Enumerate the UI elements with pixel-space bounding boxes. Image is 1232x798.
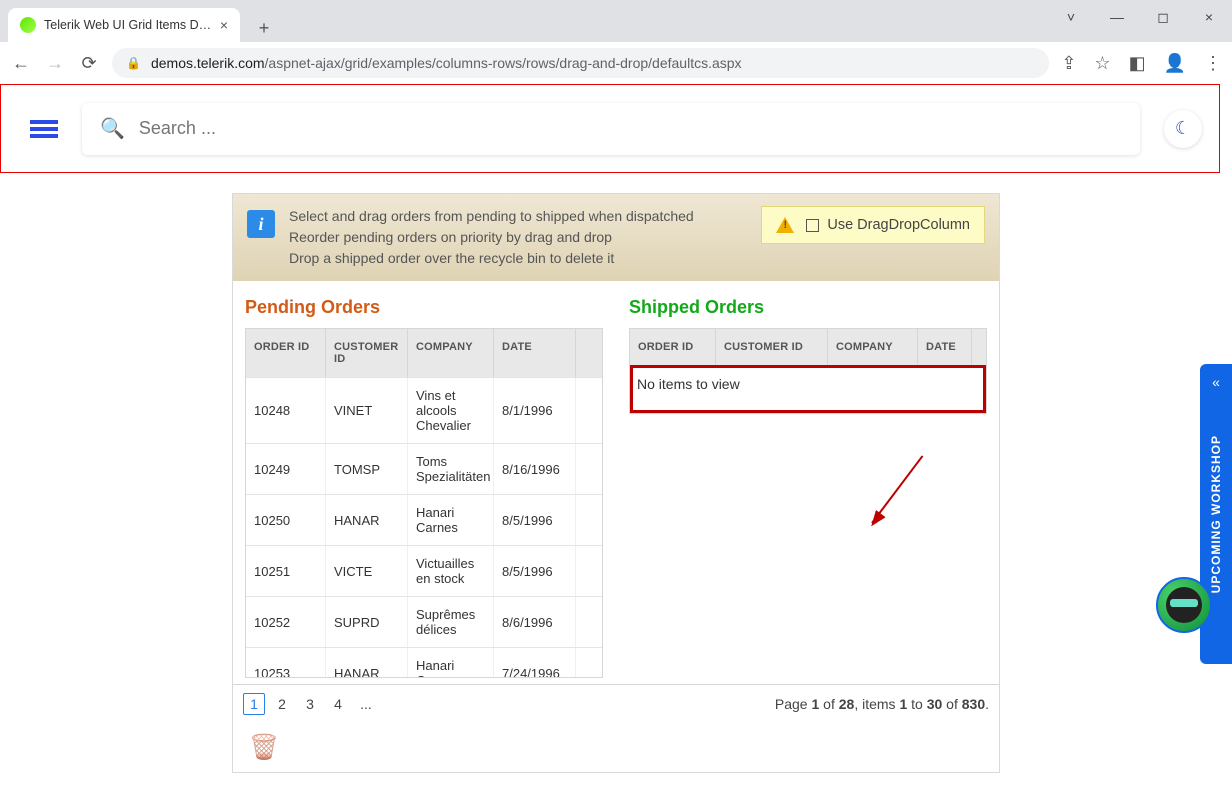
cell-comp: Hanari Carnes [408,495,494,545]
checkbox-icon[interactable] [806,219,819,232]
col-customer-id[interactable]: CUSTOMER ID [326,329,408,377]
cell-date: 8/1/1996 [494,378,576,443]
shipped-orders-section: Shipped Orders ORDER ID CUSTOMER ID COMP… [629,297,987,678]
window-maximize-icon[interactable]: ◻ [1140,0,1186,34]
pager-page-3[interactable]: 3 [299,693,321,715]
pending-grid: ORDER ID CUSTOMER ID COMPANY DATE 10248V… [245,328,603,678]
lock-icon: 🔒 [126,56,141,70]
instruction-banner: i Select and drag orders from pending to… [233,194,999,281]
cell-comp: Victuailles en stock [408,546,494,596]
cell-date: 8/16/1996 [494,444,576,494]
cell-cust: SUPRD [326,597,408,647]
shipped-grid: ORDER ID CUSTOMER ID COMPANY DATE No ite… [629,328,987,414]
share-icon[interactable]: ⇪ [1061,53,1076,74]
col-company[interactable]: COMPANY [828,329,918,365]
cell-comp: Suprêmes délices [408,597,494,647]
window-minimize-icon[interactable]: — [1094,0,1140,34]
cell-order: 10252 [246,597,326,647]
page: 🔍 ☾ i Select and drag orders from pendin… [0,84,1232,773]
pager: 1234... Page 1 of 28, items 1 to 30 of 83… [233,684,999,723]
table-row[interactable]: 10248VINETVins et alcools Chevalier8/1/1… [246,377,602,443]
table-row[interactable]: 10250HANARHanari Carnes8/5/1996 [246,494,602,545]
info-icon: i [247,210,275,238]
shipped-header-row: ORDER ID CUSTOMER ID COMPANY DATE [630,329,986,365]
banner-text: Select and drag orders from pending to s… [289,206,747,269]
profile-icon[interactable]: 👤 [1164,53,1186,74]
table-row[interactable]: 10249TOMSPToms Spezialitäten8/16/1996 [246,443,602,494]
favicon-icon [20,17,36,33]
pager-ellipsis[interactable]: ... [355,693,377,715]
table-row[interactable]: 10253HANARHanari Carnes7/24/1996 [246,647,602,677]
cell-order: 10253 [246,648,326,677]
col-order-id[interactable]: ORDER ID [630,329,716,365]
shipped-title: Shipped Orders [629,297,987,318]
cell-comp: Hanari Carnes [408,648,494,677]
drag-option-box: Use DragDropColumn [761,206,985,244]
browser-tab[interactable]: Telerik Web UI Grid Items Drag-a × [8,8,240,42]
shipped-empty-message: No items to view [630,365,986,413]
search-icon: 🔍 [100,116,125,141]
trash-row: 🗑️ [233,723,999,772]
search-box[interactable]: 🔍 [82,103,1140,155]
cell-comp: Toms Spezialitäten [408,444,494,494]
cell-order: 10249 [246,444,326,494]
cell-cust: VICTE [326,546,408,596]
cell-order: 10250 [246,495,326,545]
col-order-id[interactable]: ORDER ID [246,329,326,377]
table-row[interactable]: 10252SUPRDSuprêmes délices8/6/1996 [246,596,602,647]
browser-chrome: Telerik Web UI Grid Items Drag-a × + ˅ —… [0,0,1232,84]
kebab-menu-icon[interactable]: ⋮ [1204,53,1222,74]
cell-cust: VINET [326,378,408,443]
moon-icon: ☾ [1175,118,1191,139]
pending-grid-body[interactable]: 10248VINETVins et alcools Chevalier8/1/1… [246,377,602,677]
window-close-icon[interactable]: × [1186,0,1232,34]
ninja-icon [1166,587,1202,623]
cell-cust: HANAR [326,648,408,677]
cell-date: 8/5/1996 [494,495,576,545]
bookmark-icon[interactable]: ☆ [1094,53,1110,74]
cell-cust: HANAR [326,495,408,545]
close-tab-icon[interactable]: × [220,17,228,33]
new-tab-button[interactable]: + [250,14,278,42]
cell-order: 10251 [246,546,326,596]
chat-avatar-button[interactable] [1156,577,1212,633]
cell-cust: TOMSP [326,444,408,494]
pager-page-2[interactable]: 2 [271,693,293,715]
pending-header-row: ORDER ID CUSTOMER ID COMPANY DATE [246,329,602,377]
chevron-left-icon: « [1212,374,1220,390]
search-input[interactable] [139,118,1122,139]
url-text: demos.telerik.com/aspnet-ajax/grid/examp… [151,55,742,71]
tab-title: Telerik Web UI Grid Items Drag-a [44,18,212,32]
cell-comp: Vins et alcools Chevalier [408,378,494,443]
pager-summary: Page 1 of 28, items 1 to 30 of 830. [775,696,989,712]
warning-icon [776,217,794,233]
forward-button: → [44,52,66,74]
cell-order: 10248 [246,378,326,443]
table-row[interactable]: 10251VICTEVictuailles en stock8/5/1996 [246,545,602,596]
extensions-icon[interactable]: ◧ [1129,53,1146,74]
dragdrop-checkbox-label[interactable]: Use DragDropColumn [806,217,970,233]
window-dropdown-icon[interactable]: ˅ [1048,0,1094,34]
cell-date: 7/24/1996 [494,648,576,677]
pager-page-4[interactable]: 4 [327,693,349,715]
cell-date: 8/6/1996 [494,597,576,647]
pager-page-1[interactable]: 1 [243,693,265,715]
back-button[interactable]: ← [10,52,32,74]
side-panel-label: UPCOMING WORKSHOP [1209,435,1223,593]
address-bar[interactable]: 🔒 demos.telerik.com/aspnet-ajax/grid/exa… [112,48,1049,78]
col-date[interactable]: DATE [918,329,972,365]
col-date[interactable]: DATE [494,329,576,377]
pending-orders-section: Pending Orders ORDER ID CUSTOMER ID COMP… [245,297,603,678]
cell-date: 8/5/1996 [494,546,576,596]
reload-button[interactable]: ⟳ [78,52,100,74]
col-company[interactable]: COMPANY [408,329,494,377]
demo-panel: i Select and drag orders from pending to… [232,193,1000,773]
pending-title: Pending Orders [245,297,603,318]
topbar: 🔍 ☾ [0,84,1232,173]
theme-toggle-button[interactable]: ☾ [1164,110,1202,148]
col-customer-id[interactable]: CUSTOMER ID [716,329,828,365]
trash-icon[interactable]: 🗑️ [249,734,279,761]
menu-icon[interactable] [30,117,58,141]
